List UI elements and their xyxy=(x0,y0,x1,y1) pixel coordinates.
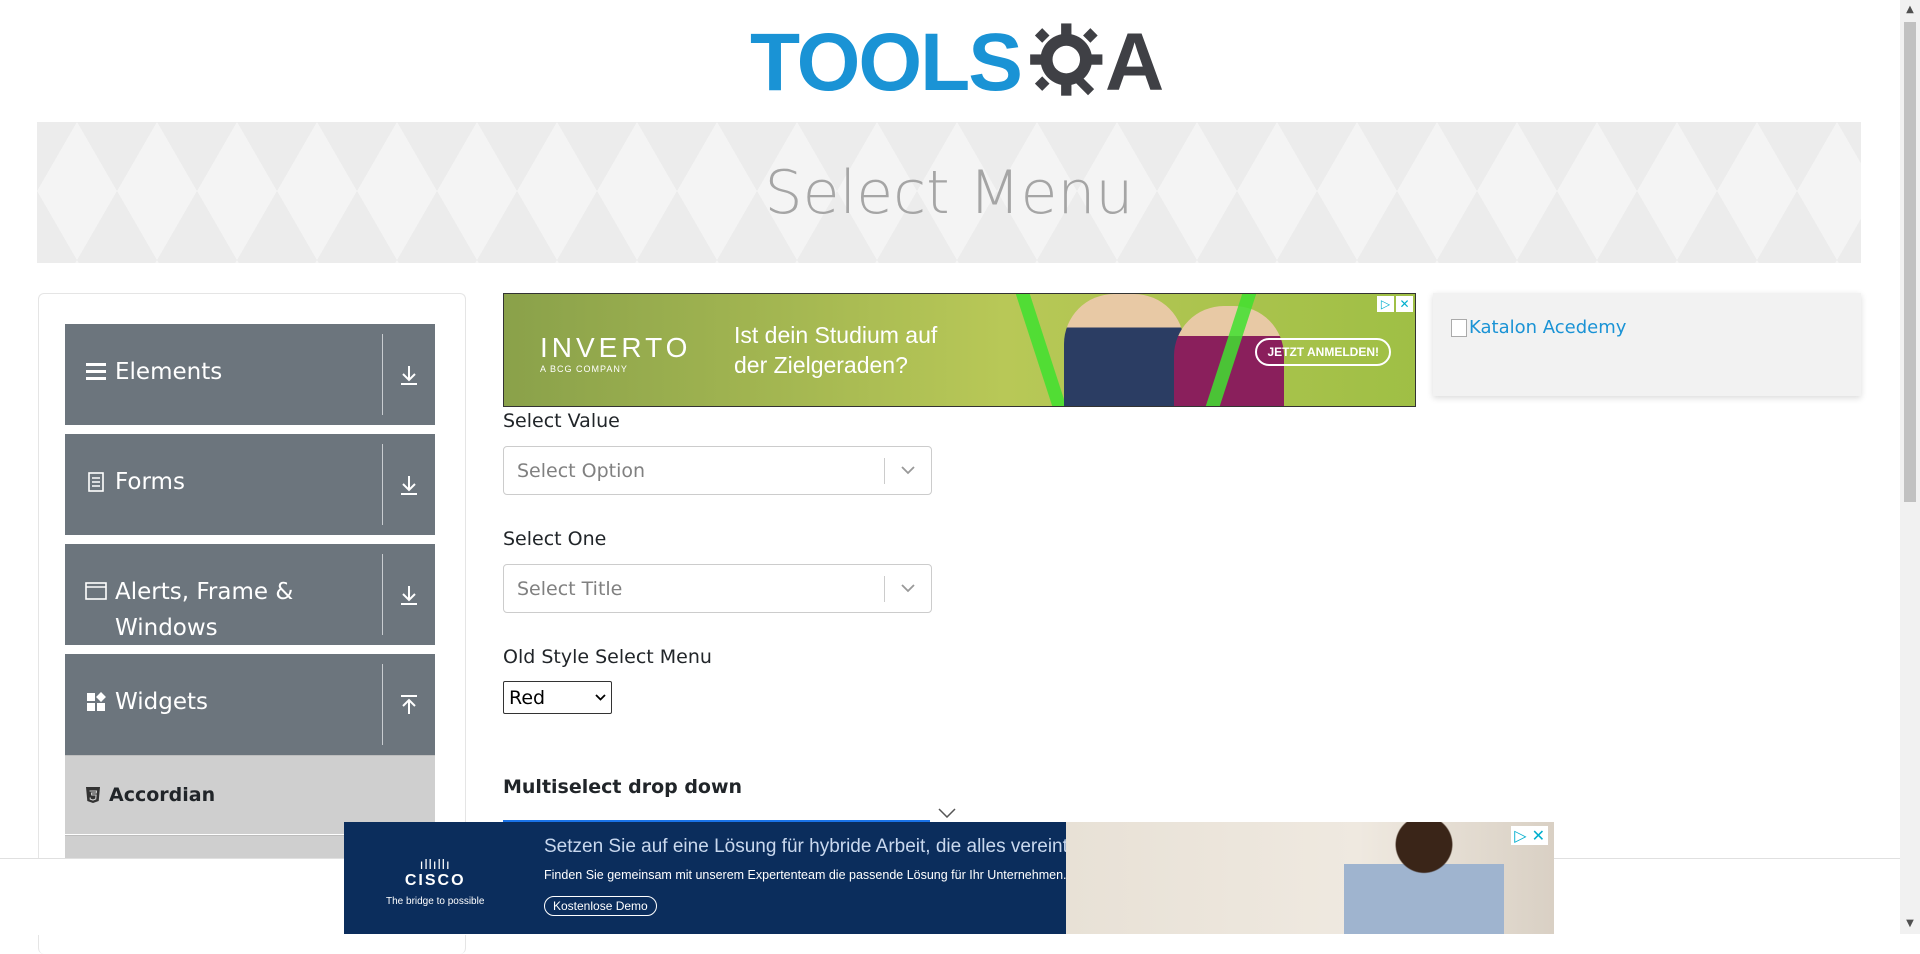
ad-brand-tag: The bridge to possible xyxy=(386,896,485,907)
chevron-down-icon[interactable] xyxy=(938,803,956,822)
page-title: Select Menu xyxy=(764,157,1134,228)
scroll-down-icon[interactable]: ▼ xyxy=(1904,918,1916,930)
ad-brand-name: CISCO xyxy=(404,872,466,889)
chevron-down-icon[interactable] xyxy=(885,466,931,475)
download-icon[interactable] xyxy=(383,544,435,645)
logo-a: A xyxy=(1104,17,1165,108)
ad-decoration xyxy=(1015,294,1067,406)
select-one-placeholder: Select Title xyxy=(517,577,623,600)
top-ad-banner[interactable]: INVERTO A BCG COMPANY Ist dein Studium a… xyxy=(503,293,1416,407)
ad-title: Setzen Sie auf eine Lösung für hybride A… xyxy=(544,836,1068,857)
page-header-banner: Select Menu xyxy=(37,122,1861,263)
ad-cta-button[interactable]: Kostenlose Demo xyxy=(544,896,657,916)
html5-icon xyxy=(85,786,101,804)
download-icon[interactable] xyxy=(383,434,435,535)
ad-person-photo xyxy=(1064,294,1184,406)
adchoices-icon[interactable]: ▷ xyxy=(1377,296,1394,312)
group-header: Forms xyxy=(65,434,382,535)
logo-qa: A xyxy=(1025,20,1164,106)
hamburger-icon xyxy=(85,354,107,380)
select-one-label: Select One xyxy=(503,528,607,550)
ad-brand: INVERTO A BCG COMPANY xyxy=(540,332,691,374)
group-label: Alerts, Frame & Windows xyxy=(115,579,294,641)
document-icon xyxy=(85,464,107,492)
sidebar-group-forms[interactable]: Forms xyxy=(65,434,435,535)
sidebar-group-alerts[interactable]: Alerts, Frame & Windows xyxy=(65,544,435,645)
sidebar-group-elements[interactable]: Elements xyxy=(65,324,435,425)
select-value-label: Select Value xyxy=(503,410,620,432)
group-header: Alerts, Frame & Windows xyxy=(65,544,382,645)
window-icon xyxy=(85,574,107,600)
close-icon[interactable]: ▷ ✕ xyxy=(1511,826,1548,845)
ad-brand-sub: A BCG COMPANY xyxy=(540,364,628,374)
group-header: Elements xyxy=(65,324,382,425)
ad-headline-line2: der Zielgeraden? xyxy=(734,352,908,378)
ad-controls: ▷ ✕ xyxy=(1377,296,1413,312)
group-header: Widgets xyxy=(65,654,382,755)
old-style-select-label: Old Style Select Menu xyxy=(503,646,712,668)
logo-text: TOOLS xyxy=(750,17,1023,108)
chevron-down-icon[interactable] xyxy=(885,584,931,593)
select-value-placeholder: Select Option xyxy=(517,459,646,482)
scroll-thumb[interactable] xyxy=(1904,22,1916,502)
bottom-ad-banner[interactable]: ıllıllı CISCO The bridge to possible Set… xyxy=(344,822,1554,934)
gear-magnifier-icon xyxy=(1030,23,1103,96)
old-style-select[interactable]: Red xyxy=(503,681,612,714)
ad-headline-line1: Ist dein Studium auf xyxy=(734,322,938,348)
widgets-icon xyxy=(85,684,107,712)
ad-brand-name: INVERTO xyxy=(540,332,692,363)
select-one-dropdown[interactable]: Select Title xyxy=(503,564,932,613)
ad-brand: ıllıllı CISCO The bridge to possible xyxy=(386,856,484,907)
download-icon[interactable] xyxy=(383,324,435,425)
chevron-down-icon xyxy=(589,694,611,701)
group-label: Elements xyxy=(115,359,223,385)
old-style-select-value: Red xyxy=(509,686,546,709)
ad-person-photo xyxy=(1344,822,1504,934)
group-label: Widgets xyxy=(115,689,208,715)
site-logo[interactable]: TOOLS A xyxy=(750,14,1164,112)
group-label: Forms xyxy=(115,469,185,495)
ad-headline: Ist dein Studium auf der Zielgeraden? xyxy=(734,320,937,380)
scroll-up-icon[interactable]: ▲ xyxy=(1904,4,1916,16)
ad-alt-text: Katalon Acedemy xyxy=(1469,317,1627,338)
select-value-dropdown[interactable]: Select Option xyxy=(503,446,932,495)
sidebar-group-widgets[interactable]: Widgets xyxy=(65,654,435,755)
page-scrollbar[interactable]: ▲ ▼ xyxy=(1900,0,1920,934)
close-icon[interactable]: ✕ xyxy=(1396,296,1413,312)
sidebar-item-label: Accordian xyxy=(109,784,216,806)
broken-image-icon xyxy=(1451,319,1467,337)
katalon-ad-link[interactable]: Katalon Acedemy xyxy=(1451,317,1626,338)
ad-cta-button[interactable]: JETZT ANMELDEN! xyxy=(1255,338,1391,366)
ad-subtitle: Finden Sie gemeinsam mit unserem Experte… xyxy=(544,868,1067,882)
cisco-logo-icon: ıllıllı xyxy=(419,856,451,872)
side-ad[interactable]: Katalon Acedemy xyxy=(1433,293,1861,396)
upload-icon[interactable] xyxy=(383,654,435,755)
multiselect-label: Multiselect drop down xyxy=(503,776,743,798)
